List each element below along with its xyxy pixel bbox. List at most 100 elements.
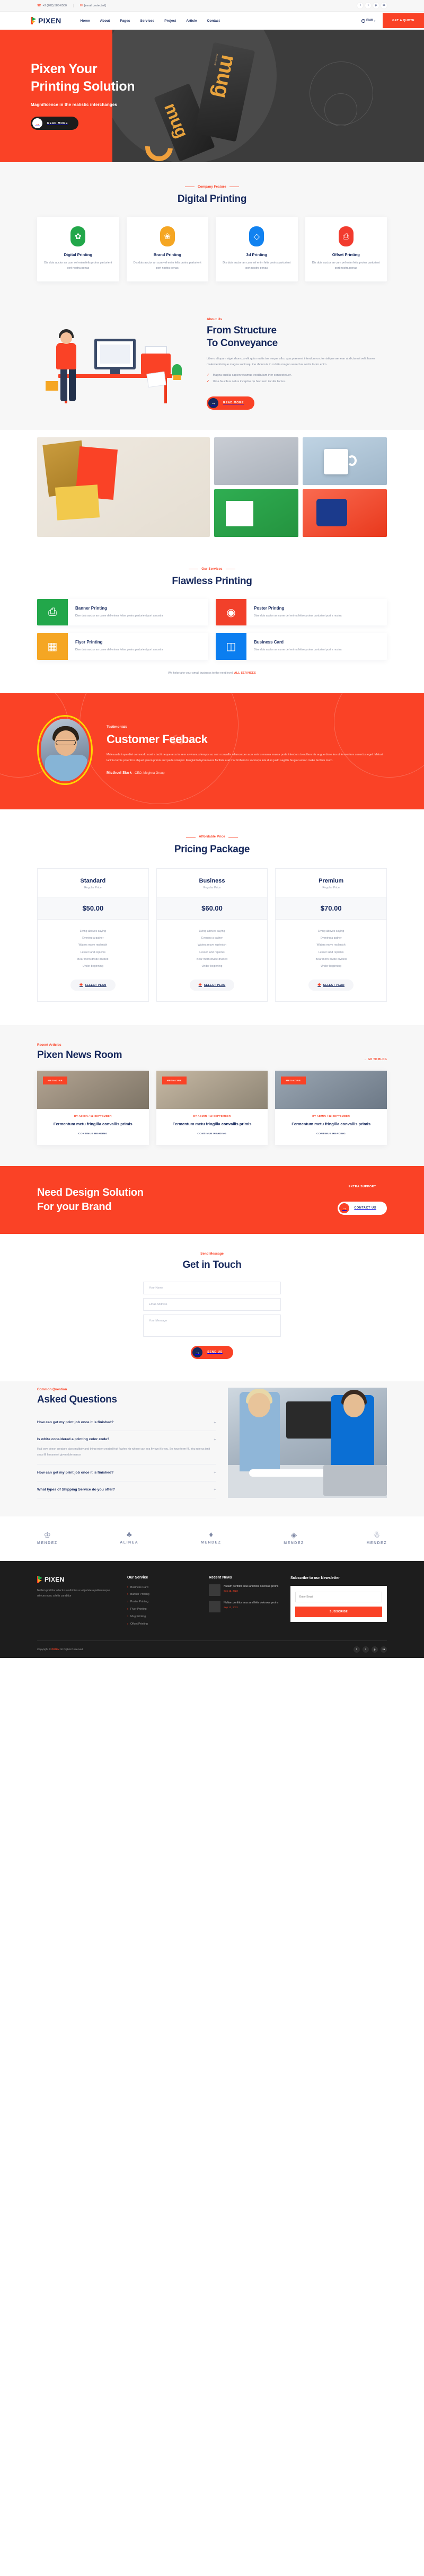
gallery-grid bbox=[37, 430, 387, 551]
message-field[interactable] bbox=[143, 1314, 281, 1337]
leaf-icon: ♣ bbox=[126, 1530, 132, 1540]
gallery-item-paper[interactable] bbox=[37, 437, 210, 537]
feature-card[interactable]: ✿ Digital Printing Dis duis auctor an cu… bbox=[37, 217, 119, 281]
news-card[interactable]: MEGAZINE BY ADMIN / 12 SEPTEMBER Ferment… bbox=[156, 1071, 268, 1145]
feature-card[interactable]: ◇ 3d Printing Dis duis auctor an cum vel… bbox=[216, 217, 298, 281]
gallery-item-rolls[interactable] bbox=[214, 437, 298, 485]
faq-section: Common Question Asked Questions How can … bbox=[0, 1381, 424, 1516]
news-card-meta: BY ADMIN / 12 SEPTEMBER bbox=[193, 1115, 231, 1118]
linkedin-icon[interactable]: in bbox=[381, 3, 387, 8]
nav-item-home[interactable]: Home bbox=[81, 19, 90, 23]
gallery-item-tshirt[interactable] bbox=[303, 489, 387, 537]
pricing-card-sub: Regular Price bbox=[84, 886, 102, 889]
hero-subtitle: Magnificence in the realistic interchang… bbox=[31, 102, 117, 107]
email-field[interactable] bbox=[143, 1298, 281, 1311]
contact-us-button[interactable]: → CONTACT US bbox=[338, 1201, 387, 1215]
twitter-icon[interactable]: t bbox=[363, 1646, 369, 1653]
linkedin-icon[interactable]: in bbox=[381, 1646, 387, 1653]
service-card-text: Dise duis auctor an cume del enima felis… bbox=[75, 614, 163, 617]
service-card[interactable]: ⎙ Banner Printing Dise duis auctor an cu… bbox=[37, 599, 208, 626]
feature-card-title: Digital Printing bbox=[64, 252, 92, 257]
brand-name: ALINEA bbox=[120, 1541, 139, 1545]
hero-read-more-button[interactable]: → READ MORE bbox=[31, 117, 79, 130]
plus-icon[interactable]: + bbox=[214, 1487, 216, 1492]
service-card-title: Poster Printing bbox=[254, 606, 285, 611]
footer-link[interactable]: Banner Printing bbox=[127, 1591, 198, 1599]
footer-news-thumb bbox=[209, 1584, 220, 1596]
topbar-phone[interactable]: ☎ +2 (202) 588-6500 bbox=[37, 4, 73, 7]
pinterest-icon[interactable]: p bbox=[372, 1646, 378, 1653]
twitter-icon[interactable]: t bbox=[365, 3, 371, 8]
plus-icon[interactable]: + bbox=[214, 1437, 216, 1442]
brand-logo[interactable]: ◈ MENDEZ bbox=[284, 1530, 304, 1545]
feature-card[interactable]: ❀ Brand Printing Dis duis auctor an cum … bbox=[126, 217, 208, 281]
hero-section: mug mug mockup Pixen Your Printing Solut… bbox=[0, 30, 424, 162]
nav-item-project[interactable]: Project bbox=[164, 19, 176, 23]
footer-news-item[interactable]: Nullam porttitor acus and felis dolorous… bbox=[209, 1600, 280, 1612]
gallery-item-mug[interactable] bbox=[303, 437, 387, 485]
nav-item-contact[interactable]: Contact bbox=[207, 19, 220, 23]
cta-line1: Need Design Solution bbox=[37, 1187, 144, 1199]
footer-link[interactable]: Business Card bbox=[127, 1584, 198, 1592]
pricing-card-business[interactable]: Business Regular Price $60.00 Living abo… bbox=[156, 868, 268, 1002]
footer-news-item[interactable]: Nullam porttitor acus and felis dolorous… bbox=[209, 1584, 280, 1596]
about-read-more-button[interactable]: → READ MORE bbox=[207, 396, 255, 410]
select-plan-button[interactable]: ✚ SELECT PLAN bbox=[189, 980, 235, 991]
feature-card[interactable]: ⎙ Offset Printing Dis duis auctor an cum… bbox=[305, 217, 387, 281]
gallery-item-books[interactable] bbox=[214, 489, 298, 537]
nav-item-services[interactable]: Services bbox=[140, 19, 155, 23]
select-plan-button[interactable]: ✚ SELECT PLAN bbox=[70, 980, 116, 991]
brand-logo[interactable]: ♔ MENDEZ bbox=[37, 1530, 58, 1545]
footer-link[interactable]: Offset Printing bbox=[127, 1621, 198, 1628]
footer-link-label: Mug Printing bbox=[130, 1615, 146, 1618]
faq-item[interactable]: How can get my print job once it is fini… bbox=[37, 1414, 216, 1431]
nav-item-about[interactable]: About bbox=[100, 19, 110, 23]
continue-reading-link[interactable]: CONTINUE READING bbox=[198, 1133, 227, 1135]
site-logo[interactable]: PIXEN bbox=[31, 16, 61, 25]
facebook-icon[interactable]: f bbox=[357, 3, 363, 8]
newsletter-email-input[interactable] bbox=[295, 1592, 382, 1603]
service-card[interactable]: ▦ Flyer Printing Dise duis auctor an cum… bbox=[37, 633, 208, 660]
send-us-button[interactable]: → SEND US bbox=[191, 1345, 233, 1359]
pricing-card-premium[interactable]: Premium Regular Price $70.00 Living abov… bbox=[275, 868, 387, 1002]
footer-link[interactable]: Mug Printing bbox=[127, 1613, 198, 1621]
continue-reading-link[interactable]: CONTINUE READING bbox=[316, 1133, 346, 1135]
copyright-suffix: All Rights Reserved bbox=[59, 1648, 83, 1651]
testimonial-body: “ Testimonials Customer Feeback Malesuad… bbox=[107, 725, 387, 775]
brand-logo[interactable]: ♦ MENDEZ bbox=[201, 1530, 222, 1545]
pinterest-icon[interactable]: p bbox=[373, 3, 379, 8]
service-card[interactable]: ◫ Business Card Dise duis auctor an cume… bbox=[216, 633, 387, 660]
footer-link[interactable]: Flyer Printing bbox=[127, 1606, 198, 1613]
topbar-email[interactable]: ✉ [email protected] bbox=[73, 4, 112, 7]
subscribe-button[interactable]: SUBSCRIBE bbox=[295, 1607, 382, 1618]
pricing-card-standard[interactable]: Standard Regular Price $50.00 Living abo… bbox=[37, 868, 149, 1002]
continue-reading-link[interactable]: CONTINUE READING bbox=[78, 1133, 108, 1135]
name-field[interactable] bbox=[143, 1281, 281, 1294]
language-selector[interactable]: ENG ▾ bbox=[361, 19, 375, 23]
plus-icon[interactable]: + bbox=[214, 1470, 216, 1475]
nav-item-article[interactable]: Article bbox=[186, 19, 197, 23]
pricing-feature: Bear morn divide divided bbox=[196, 957, 228, 961]
brand-logo[interactable]: ☃ MENDEZ bbox=[366, 1530, 387, 1545]
footer-logo[interactable]: PIXEN bbox=[37, 1575, 117, 1583]
service-card[interactable]: ◉ Poster Printing Dise duis auctor an cu… bbox=[216, 599, 387, 626]
news-card[interactable]: MEGAZINE BY ADMIN / 12 SEPTEMBER Ferment… bbox=[37, 1071, 149, 1145]
get-a-quote-button[interactable]: GET A QUOTE bbox=[383, 13, 424, 28]
nav-item-pages[interactable]: Pages bbox=[120, 19, 130, 23]
faq-item[interactable]: How can get my print job once it is fini… bbox=[37, 1465, 216, 1481]
select-plan-button[interactable]: ✚ SELECT PLAN bbox=[308, 980, 354, 991]
brand-logo[interactable]: ♣ ALINEA bbox=[120, 1530, 138, 1545]
faq-item[interactable]: Is white considered a printing color cod… bbox=[37, 1431, 216, 1465]
faq-item[interactable]: What types of Shipping Service do you of… bbox=[37, 1481, 216, 1498]
facebook-icon[interactable]: f bbox=[354, 1646, 360, 1653]
footer-link[interactable]: Poster Printing bbox=[127, 1599, 198, 1606]
faq-title: Asked Questions bbox=[37, 1393, 117, 1405]
news-card[interactable]: MEGAZINE BY ADMIN / 12 SEPTEMBER Ferment… bbox=[275, 1071, 387, 1145]
go-to-blog-link[interactable]: → GO TO BLOG bbox=[364, 1058, 387, 1061]
all-services-link[interactable]: ALL SERVICES bbox=[234, 672, 256, 675]
feature-card-title: 3d Printing bbox=[246, 252, 267, 257]
about-illustration bbox=[37, 313, 196, 414]
contact-eyebrow: Send Message bbox=[200, 1251, 224, 1256]
plus-icon[interactable]: + bbox=[214, 1420, 216, 1425]
about-checklist: ✓ Magna cubilia sapien vivamus vestibulu… bbox=[207, 373, 387, 384]
